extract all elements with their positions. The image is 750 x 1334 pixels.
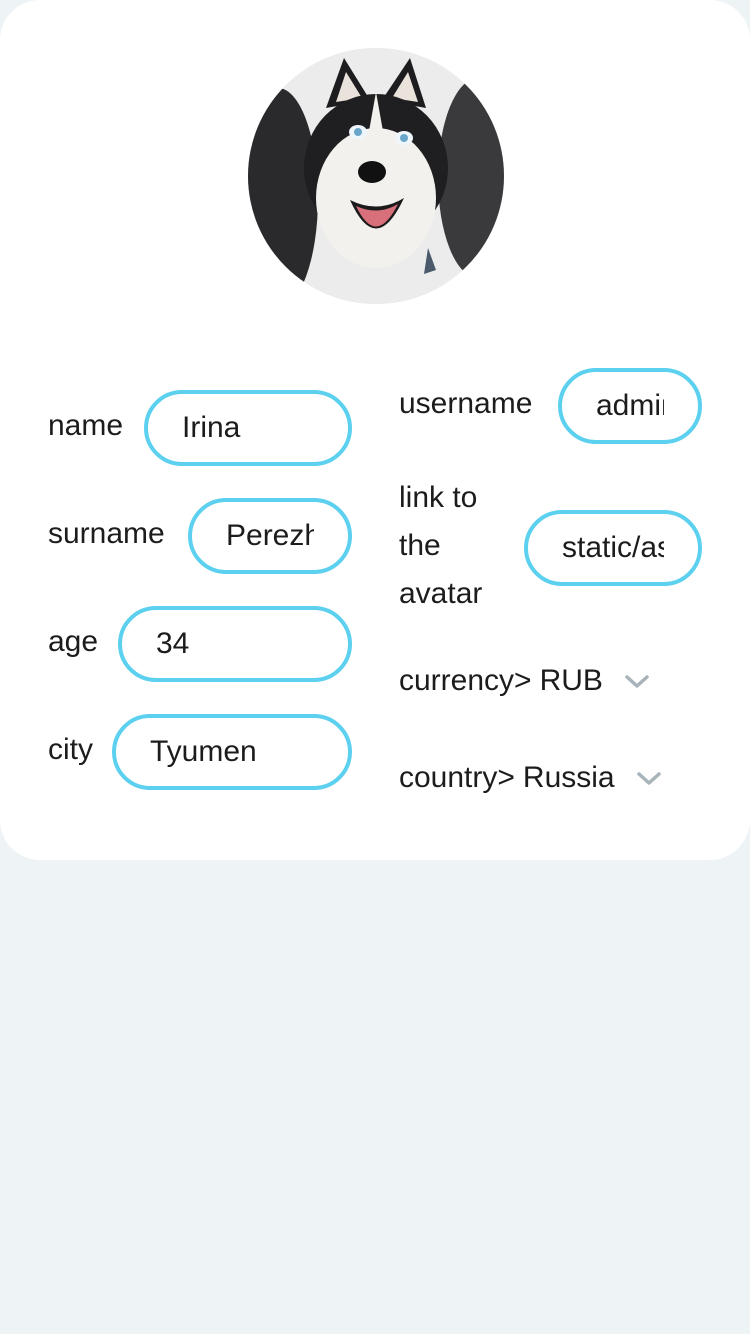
surname-field[interactable] (188, 498, 352, 574)
avatar (248, 48, 504, 304)
country-value: Russia (522, 761, 615, 794)
avatar-link-label-line2: the (399, 529, 441, 562)
country-select[interactable]: country> Russia (399, 754, 663, 802)
currency-value: RUB (539, 664, 603, 697)
currency-label: currency> (399, 664, 532, 697)
name-label: name (48, 409, 124, 442)
city-field[interactable] (112, 714, 352, 790)
age-label: age (48, 625, 99, 658)
name-field[interactable] (144, 390, 352, 466)
chevron-down-icon (625, 675, 649, 688)
username-label: username (399, 387, 533, 420)
country-label: country> (399, 761, 515, 794)
surname-label: surname (48, 517, 165, 550)
avatar-link-label-line3: avatar (399, 577, 483, 610)
avatar-link-field[interactable] (524, 510, 702, 586)
profile-card: name surname age city username link to t… (0, 0, 750, 860)
avatar-link-label-line1: link to (399, 481, 478, 514)
husky-dog-avatar-icon (248, 48, 504, 304)
username-field[interactable] (558, 368, 702, 444)
city-label: city (48, 733, 93, 766)
chevron-down-icon (636, 772, 661, 785)
currency-select[interactable]: currency> RUB (399, 657, 651, 705)
age-field[interactable] (118, 606, 352, 682)
